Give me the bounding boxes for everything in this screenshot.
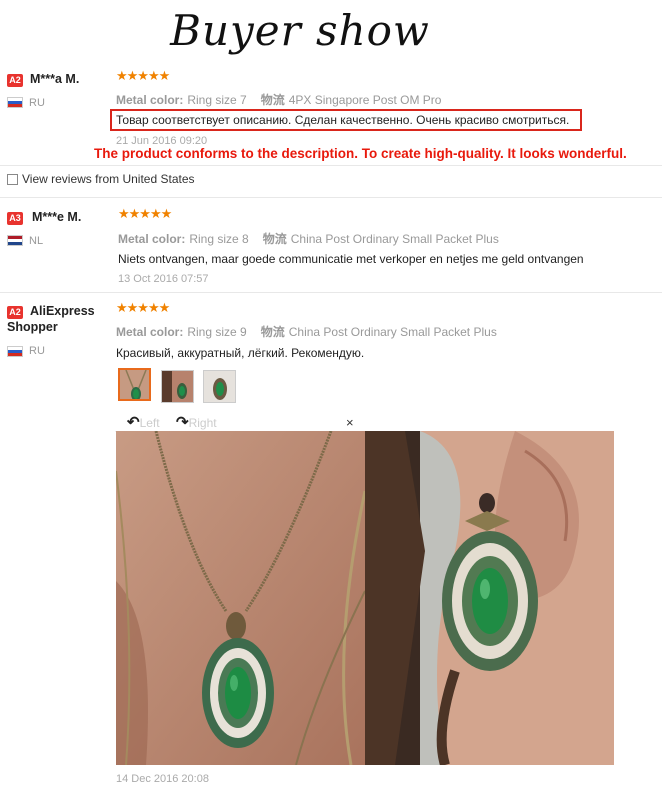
filter-label[interactable]: View reviews from United States [22,172,195,186]
review-meta: Metal color: Ring size 8 物流 China Post Ordi… [118,230,499,247]
rotate-right-label: Right [188,416,217,430]
divider [0,197,662,198]
metal-color-value: Ring size 8 [189,232,249,246]
reviewer-name: AliExpress Shopper [7,304,95,334]
rotate-left-button[interactable]: ↶Left [127,413,160,431]
review-text: Niets ontvangen, maar goede communicatie… [118,252,584,266]
country-code: RU [29,97,45,109]
rotate-left-label: Left [139,416,160,430]
filter-checkbox[interactable] [7,174,18,185]
star-rating: ★★★★★ [116,69,170,84]
shipping-value: 4PX Singapore Post OM Pro [288,93,442,107]
shipping-label: 物流 [262,232,287,246]
rotate-right-icon: ↷ [176,414,189,431]
earring-photo [365,431,614,765]
shipping-value: China Post Ordinary Small Packet Plus [288,325,497,339]
metal-color-value: Ring size 9 [187,325,247,339]
translation-text: The product conforms to the description.… [94,146,627,161]
review-meta: Metal color: Ring size 7 物流 4PX Singapore P… [116,91,441,108]
page-title: Buyer show [170,6,430,55]
review-text: Красивый, аккуратный, лёгкий. Рекомендую… [116,346,365,360]
level-badge: A3 [7,212,23,225]
divider [0,292,662,293]
rotate-right-button[interactable]: ↷Right [176,413,217,431]
metal-color-label: Metal color: [116,93,184,107]
shipping-value: China Post Ordinary Small Packet Plus [290,232,499,246]
review-meta: Metal color: Ring size 9 物流 China Post Ordi… [116,323,497,340]
flag-nl-icon [7,235,23,246]
rotate-left-icon: ↶ [127,414,140,431]
necklace-photo [116,431,365,765]
photo-thumbnail[interactable] [161,370,194,403]
metal-color-label: Metal color: [118,232,186,246]
photo-thumbnail[interactable] [203,370,236,403]
country-code: RU [29,345,45,357]
flag-ru-icon [7,346,23,357]
metal-color-value: Ring size 7 [187,93,247,107]
country-code: NL [29,235,44,247]
photo-thumbnail[interactable] [118,368,151,401]
shipping-label: 物流 [260,93,285,107]
review-date: 13 Oct 2016 07:57 [118,273,209,285]
star-rating: ★★★★★ [118,207,172,222]
shipping-label: 物流 [260,325,285,339]
divider [0,165,662,166]
close-viewer-button[interactable]: × [346,415,354,430]
metal-color-label: Metal color: [116,325,184,339]
review-date: 14 Dec 2016 20:08 [116,773,209,785]
flag-ru-icon [7,97,23,108]
level-badge: A2 [7,74,23,87]
review-text: Товар соответствует описанию. Сделан кач… [116,113,570,127]
reviewer-name: M***a M. [30,72,80,86]
star-rating: ★★★★★ [116,301,170,316]
reviewer-name: M***e M. [32,210,82,224]
